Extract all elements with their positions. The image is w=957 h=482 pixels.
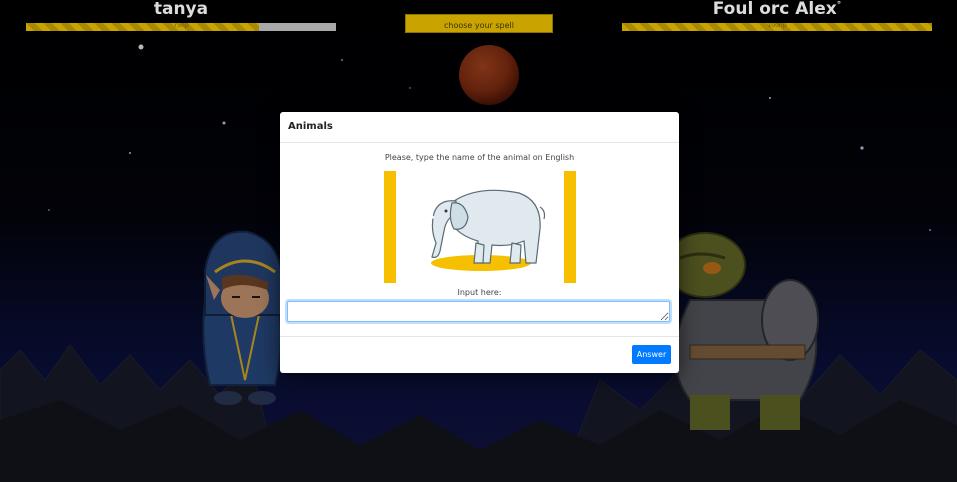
player-name-right: Foul orc Alex°	[622, 0, 932, 19]
hp-text-right: 100hp	[767, 23, 787, 29]
answer-button[interactable]: Answer	[632, 345, 671, 364]
hp-text-left: 75hp	[173, 23, 189, 29]
modal-title: Animals	[280, 112, 679, 143]
hp-bar-right: 100hp	[622, 23, 932, 31]
answer-input[interactable]	[287, 301, 670, 322]
player-name-right-suffix: °	[836, 0, 842, 11]
input-label: Input here:	[457, 288, 502, 297]
player-name-left: tanya	[153, 0, 209, 19]
hp-bar-left: 75hp	[26, 23, 336, 31]
choose-spell-button[interactable]: choose your spell	[405, 14, 553, 33]
animals-modal: Animals Please, type the name of the ani…	[280, 112, 679, 373]
player-name-right-text: Foul orc Alex	[712, 0, 837, 19]
elephant-icon	[384, 171, 576, 283]
modal-prompt: Please, type the name of the animal on E…	[384, 153, 575, 162]
modal-footer-divider	[280, 336, 679, 337]
